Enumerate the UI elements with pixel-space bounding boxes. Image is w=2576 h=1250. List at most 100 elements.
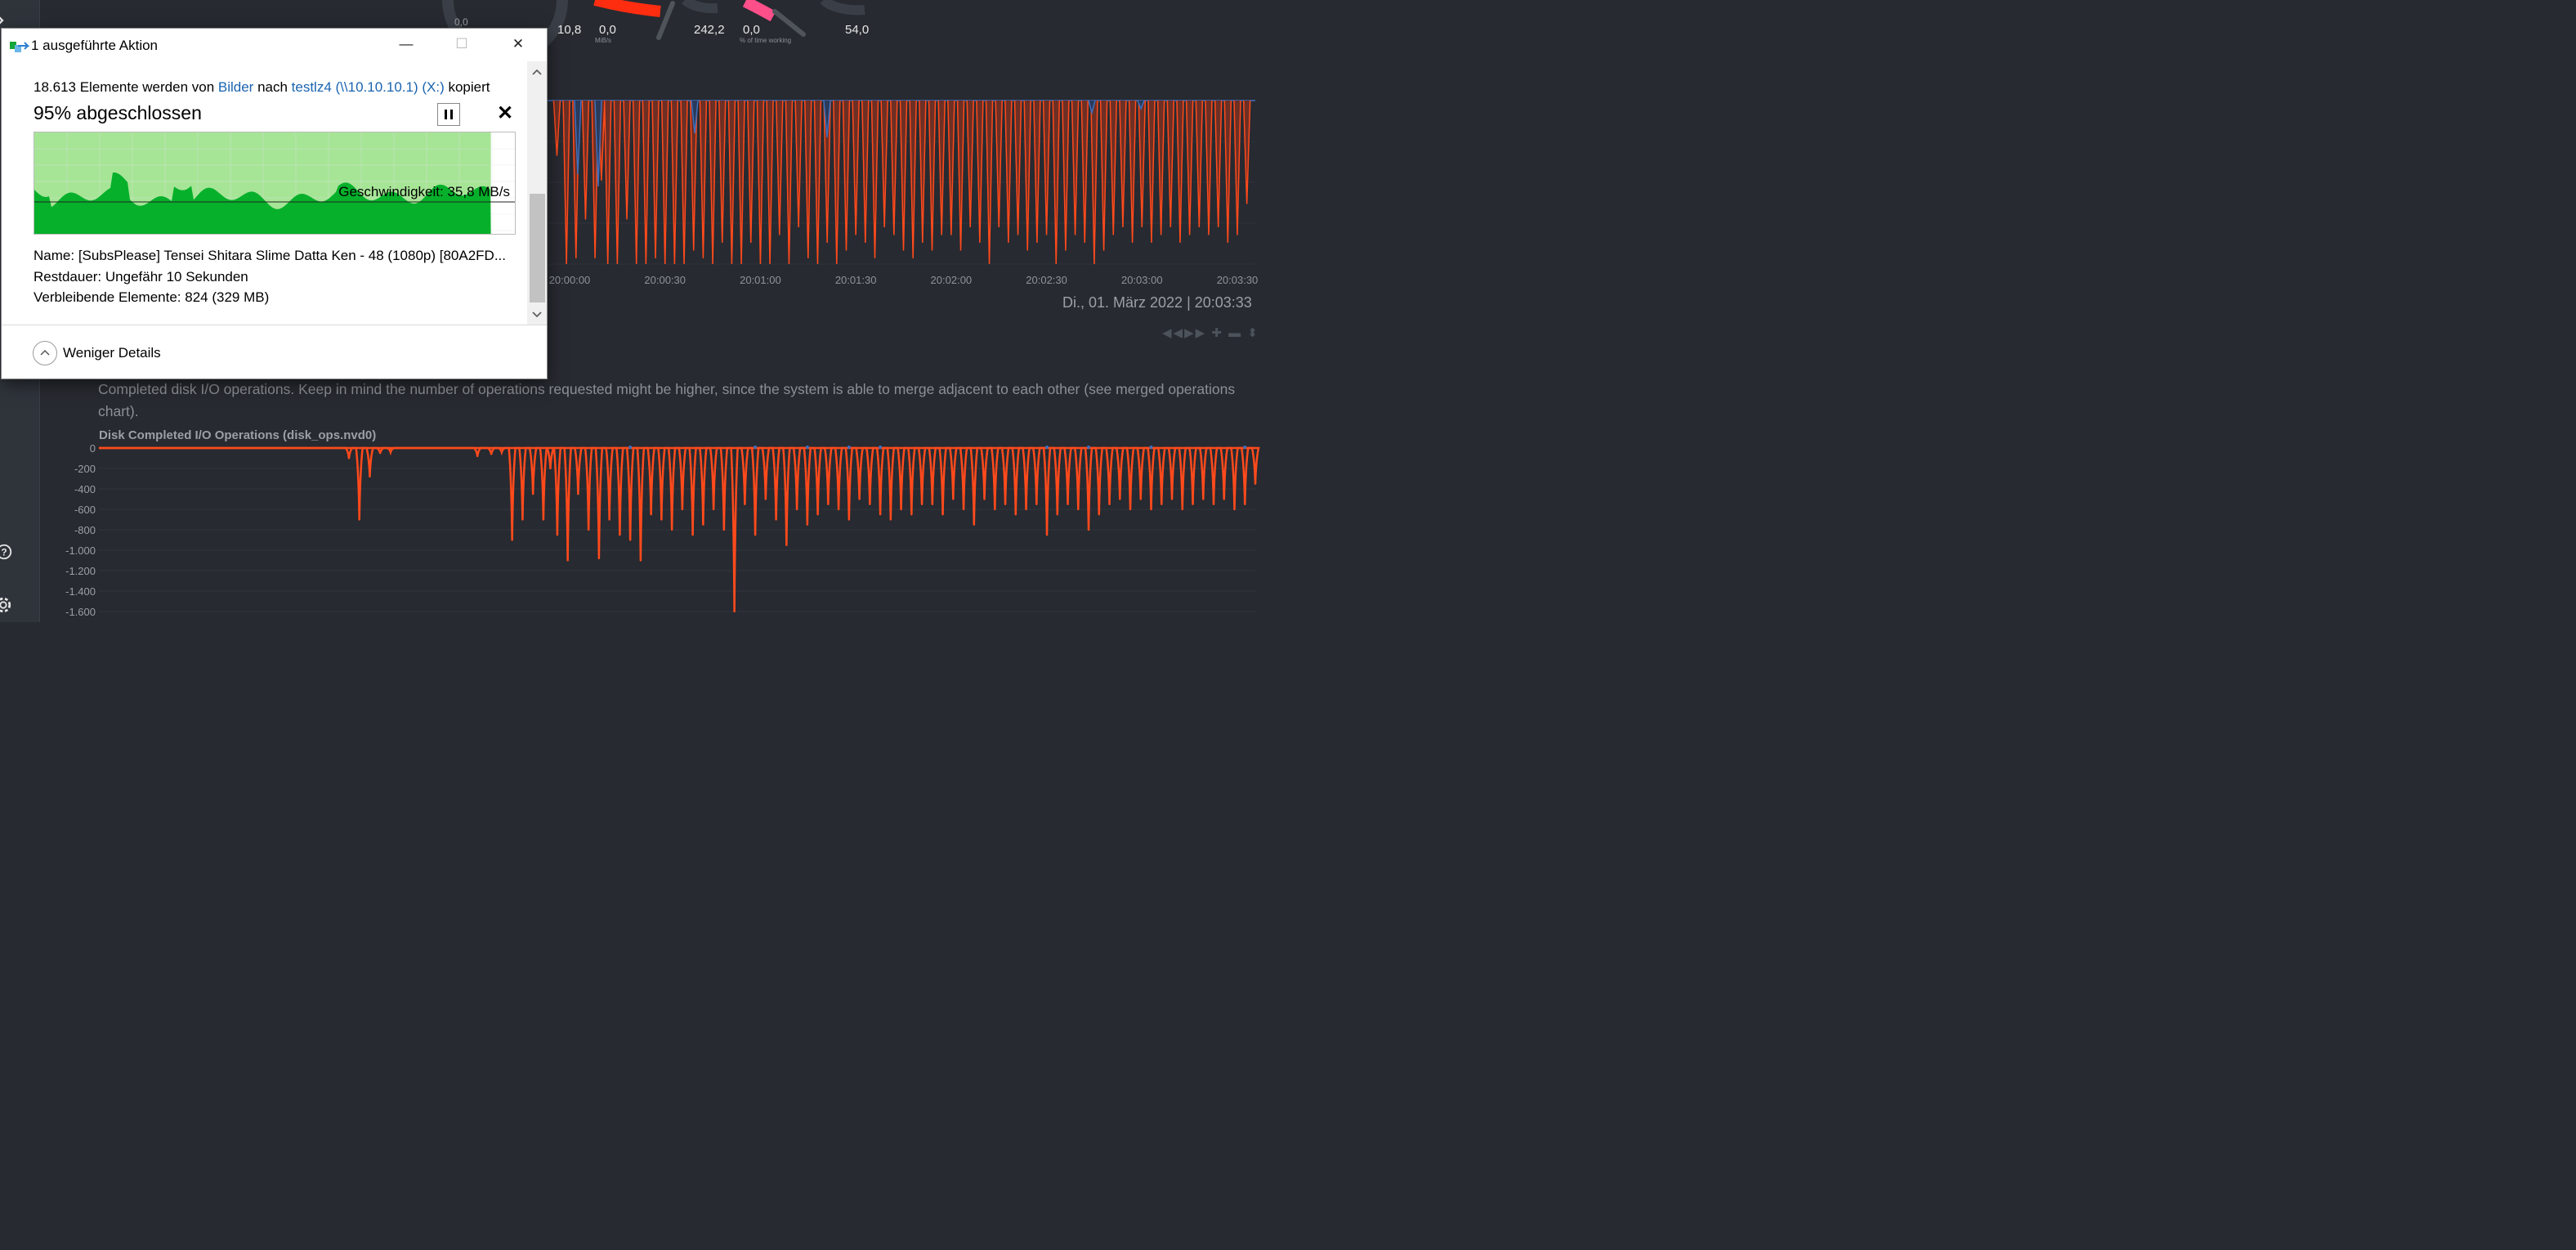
scroll-up-icon[interactable] <box>527 66 547 79</box>
source-link[interactable]: Bilder <box>218 79 253 95</box>
read-marker <box>754 446 758 449</box>
pause-icon <box>445 110 453 119</box>
data-point <box>1192 503 1194 505</box>
copy-progress-dialog[interactable]: 1 ausgeführte Aktion — ☐ ✕ 18.613 Elemen… <box>2 29 547 379</box>
data-point <box>1108 503 1111 505</box>
data-point <box>521 518 524 521</box>
read-marker <box>1149 446 1153 449</box>
gauge-unit-5: % of time working <box>740 37 792 44</box>
zoom-in-icon[interactable]: ✚ <box>1211 326 1223 340</box>
data-point <box>681 508 684 511</box>
y-tick-label: -1.400 <box>65 585 96 598</box>
data-point <box>566 559 569 562</box>
dialog-title: 1 ausgeführte Aktion <box>31 38 159 53</box>
write-spike <box>842 100 851 251</box>
data-point <box>879 513 882 516</box>
data-point <box>1129 508 1132 511</box>
chevron-up-icon[interactable] <box>33 341 57 365</box>
gauge-needle-2 <box>772 9 806 37</box>
data-point <box>1254 482 1257 485</box>
write-spike <box>1042 100 1051 235</box>
data-point <box>1244 503 1246 505</box>
read-marker <box>1243 446 1247 449</box>
gauge-arc-2 <box>682 0 718 14</box>
write-spike <box>956 100 965 251</box>
pause-button[interactable] <box>437 103 460 126</box>
write-spike <box>1195 100 1204 228</box>
y-tick-label: -800 <box>74 524 96 536</box>
data-point <box>816 513 819 516</box>
data-point <box>628 539 632 541</box>
write-spike <box>794 100 803 228</box>
detail-remaining-time: Restdauer: Ungefähr 10 Sekunden <box>34 269 248 285</box>
data-point <box>941 513 944 516</box>
pan-left-icon[interactable]: ◀◀ <box>1162 326 1184 340</box>
name-value: [SubsPlease] Tensei Shitara Slime Datta … <box>78 248 507 263</box>
data-point <box>531 493 534 495</box>
write-spike <box>718 100 727 244</box>
cancel-copy-button[interactable]: ✕ <box>497 104 513 123</box>
disk-ops-chart[interactable]: 0 -200 -400 -600 -800 -1.000 -1.200 -1.400 -1.60… <box>0 433 1281 629</box>
dialog-scrollbar[interactable] <box>527 61 547 325</box>
write-spike <box>937 100 946 235</box>
write-spike <box>1004 100 1013 244</box>
read-marker <box>847 446 851 449</box>
write-spike <box>1128 100 1137 244</box>
dialog-titlebar[interactable]: 1 ausgeführte Aktion — ☐ ✕ <box>2 29 547 61</box>
x-tick-label: 20:01:30 <box>835 274 877 286</box>
x-tick-label: 20:03:30 <box>1217 274 1259 286</box>
speed-label: Geschwindigkeit: 35,8 MB/s <box>338 184 510 199</box>
data-point <box>931 503 934 505</box>
data-point <box>733 610 736 613</box>
maximize-button: ☐ <box>455 36 468 52</box>
scroll-down-icon[interactable] <box>527 308 547 321</box>
zoom-out-icon[interactable]: ▬ <box>1228 326 1242 340</box>
data-point <box>1077 508 1080 511</box>
chart-timestamp: Di., 01. März 2022 | 20:03:33 <box>1062 294 1252 311</box>
write-spike <box>1119 100 1127 228</box>
data-point <box>490 453 493 455</box>
data-point <box>1119 498 1121 500</box>
data-point <box>869 503 871 505</box>
less-details-label[interactable]: Weniger Details <box>63 345 161 361</box>
data-point <box>670 528 673 531</box>
write-spike <box>1062 100 1070 251</box>
data-point <box>827 503 830 505</box>
data-point <box>500 450 503 454</box>
write-spike <box>1214 100 1223 228</box>
write-spike <box>1023 100 1031 251</box>
write-spike <box>919 100 927 244</box>
write-spike <box>995 100 1003 228</box>
data-point <box>1150 508 1152 511</box>
data-point <box>962 508 965 511</box>
data-point <box>1087 528 1090 531</box>
write-spike <box>1166 100 1175 228</box>
minimize-button[interactable]: — <box>387 29 425 61</box>
y-tick-label: -1.200 <box>65 565 96 577</box>
expand-arrow-icon[interactable] <box>0 11 11 29</box>
remaining-items-value: 824 (329 MB) <box>185 289 270 305</box>
write-spike <box>890 100 898 235</box>
write-spike <box>651 100 660 259</box>
write-spike <box>1138 100 1147 228</box>
write-spike <box>552 100 561 156</box>
resize-icon[interactable]: ⬍ <box>1247 326 1259 340</box>
destination-link[interactable]: testlz4 (\\10.10.10.1) (X:) <box>292 79 445 95</box>
write-spike <box>1013 100 1022 235</box>
gauge-value-4: 242,2 <box>694 23 725 37</box>
write-spike <box>870 100 879 259</box>
pan-right-icon[interactable]: ▶▶ <box>1184 326 1206 340</box>
data-point <box>378 452 382 455</box>
chart-nav-controls[interactable]: ◀◀▶▶ ✚ ▬ ⬍ <box>1162 325 1259 340</box>
data-point <box>347 457 351 459</box>
data-point <box>369 475 371 478</box>
close-window-button[interactable]: ✕ <box>499 29 537 61</box>
copy-mid: nach <box>253 79 292 95</box>
data-point <box>639 559 642 562</box>
scrollbar-thumb[interactable] <box>530 194 545 302</box>
data-point <box>785 544 788 546</box>
x-tick-label: 20:00:00 <box>549 274 591 286</box>
data-point <box>389 450 392 454</box>
data-point <box>910 513 913 516</box>
data-point <box>1212 503 1215 505</box>
